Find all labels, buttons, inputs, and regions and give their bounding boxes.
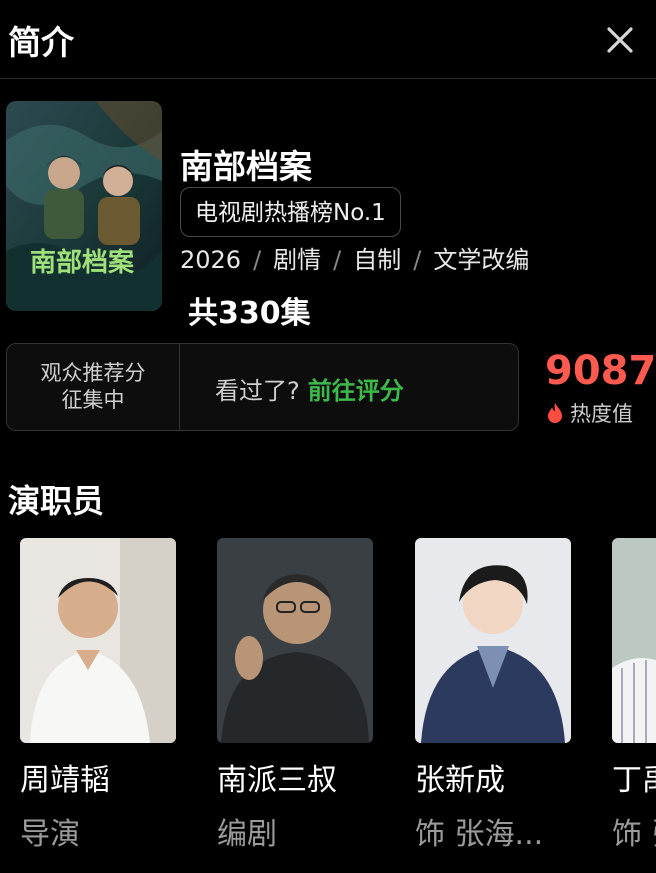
top-bar: 简介	[0, 0, 656, 79]
show-title: 南部档案	[180, 147, 312, 186]
cast-role: 饰 张	[612, 817, 656, 852]
rate-link[interactable]: 前往评分	[308, 377, 404, 405]
cast-card[interactable]: 周靖韬 导演	[20, 538, 176, 853]
page-title: 简介	[8, 23, 74, 62]
heat-value: 9087	[545, 348, 656, 394]
meta-separator: /	[413, 246, 422, 274]
meta-production: 自制	[353, 246, 402, 274]
poster-title-art: 南部档案	[30, 247, 135, 278]
audience-score: 观众推荐分 征集中	[7, 344, 180, 430]
meta-separator: /	[333, 246, 342, 274]
audience-score-status: 征集中	[61, 388, 125, 412]
score-panel: 观众推荐分 征集中 看过了? 前往评分	[6, 343, 519, 431]
cast-role: 饰 张海...	[415, 817, 544, 852]
cast-section-title: 演职员	[8, 482, 105, 520]
cast-photo[interactable]	[217, 538, 373, 743]
cast-photo[interactable]	[612, 538, 656, 743]
cast-card[interactable]: 丁禹 饰 张	[612, 538, 656, 853]
meta-year: 2026	[180, 246, 242, 274]
close-icon[interactable]	[600, 20, 640, 60]
cast-name: 周靖韬	[20, 763, 110, 798]
cast-card[interactable]: 南派三叔 编剧	[217, 538, 373, 853]
cast-photo[interactable]	[20, 538, 176, 743]
rate-prompt-text: 看过了?	[215, 377, 300, 405]
cast-role: 编剧	[217, 817, 277, 852]
cast-card[interactable]: 张新成 饰 张海...	[415, 538, 571, 853]
cast-name: 张新成	[415, 763, 505, 798]
cast-photo[interactable]	[415, 538, 571, 743]
heat-label-row: 热度值	[546, 398, 633, 428]
cast-role: 导演	[20, 817, 80, 852]
rate-prompt: 看过了? 前往评分	[215, 371, 404, 406]
meta-genre: 剧情	[273, 246, 322, 274]
episode-count: 共330集	[188, 296, 311, 331]
meta-source: 文学改编	[433, 246, 530, 274]
close-button[interactable]	[600, 20, 640, 60]
rank-badge[interactable]: 电视剧热播榜No.1	[180, 187, 401, 237]
heat-label: 热度值	[570, 402, 633, 426]
meta-separator: /	[253, 246, 262, 274]
show-meta: 2026 / 剧情 / 自制 / 文学改编	[180, 240, 529, 275]
cast-name: 丁禹	[612, 763, 656, 798]
cast-name: 南派三叔	[217, 763, 337, 798]
flame-icon	[548, 403, 562, 423]
show-poster[interactable]: 南部档案	[6, 101, 162, 311]
audience-score-label: 观众推荐分	[40, 361, 146, 385]
